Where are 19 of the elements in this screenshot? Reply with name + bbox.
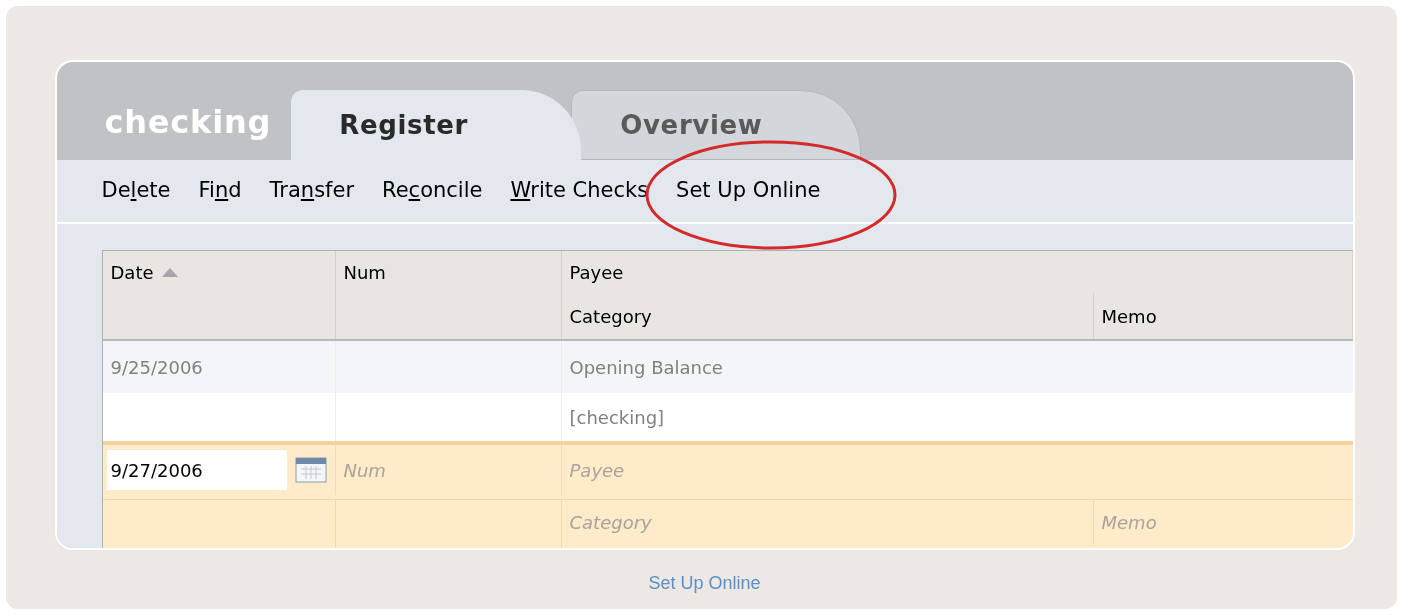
column-header[interactable]: Date: [102, 251, 336, 293]
table-cell: 9/25/2006: [102, 341, 336, 393]
date-field[interactable]: 9/27/2006: [106, 450, 287, 490]
figure-caption: Set Up Online: [648, 572, 761, 595]
tab[interactable]: Overview: [571, 90, 862, 160]
num-field[interactable]: Num: [335, 445, 562, 495]
table-cell-text: [checking]: [568, 405, 666, 430]
column-header[interactable]: Memo: [1093, 293, 1353, 339]
column-header[interactable]: Num: [335, 251, 562, 293]
category-field[interactable]: Category: [561, 498, 1094, 545]
column-header[interactable]: Category: [561, 293, 1094, 339]
tab[interactable]: Register: [291, 90, 582, 160]
new-transaction-row[interactable]: 9/27/2006 Num Payee Category Memo: [102, 441, 1353, 548]
payee-field[interactable]: Payee: [561, 445, 1353, 495]
calendar-icon[interactable]: [294, 457, 327, 483]
table-cell: Opening Balance: [561, 341, 1353, 393]
account-title: checking: [104, 102, 273, 143]
column-header[interactable]: Payee: [561, 251, 1353, 293]
memo-field[interactable]: Memo: [1093, 498, 1353, 545]
